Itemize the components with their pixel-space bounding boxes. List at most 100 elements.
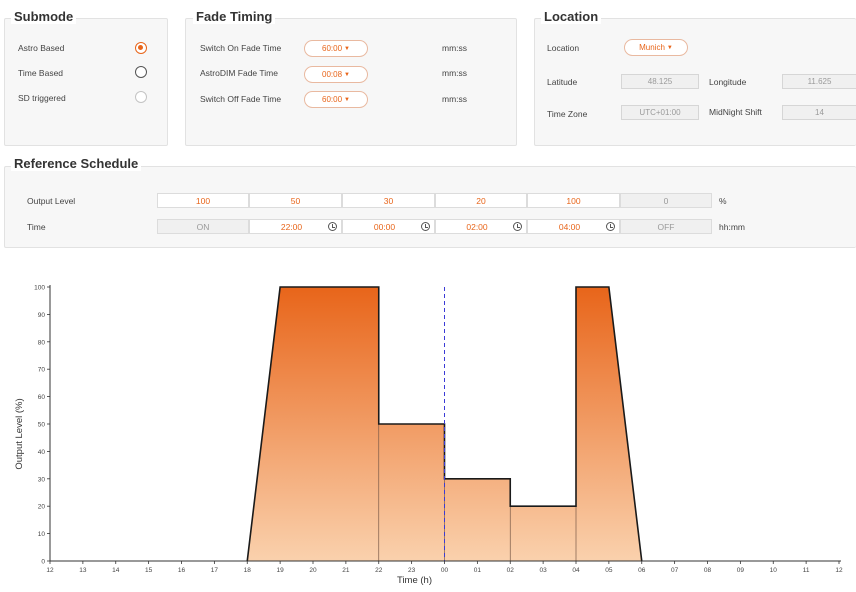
clock-icon[interactable] [606, 222, 615, 231]
time-value-off: OFF [657, 221, 675, 232]
clock-icon[interactable] [328, 222, 337, 231]
chevron-down-icon: ▼ [344, 96, 350, 103]
x-tick-label: 06 [638, 567, 646, 574]
output-level-label: Output Level [27, 196, 76, 206]
switch-on-fade-value: 60:00 [322, 44, 343, 53]
timezone-label: Time Zone [547, 109, 588, 119]
x-tick-label: 12 [835, 567, 843, 574]
astro-based-radio[interactable] [135, 42, 147, 54]
submode-title: Submode [11, 9, 77, 24]
midnight-shift-field[interactable]: 14 [782, 105, 856, 120]
output-level-cell-5[interactable]: 100 [527, 193, 620, 208]
time-cell-off: OFF [620, 219, 712, 234]
output-level-unit: % [719, 196, 727, 206]
output-level-chart: 0 1 0 2 0 3 0 4 0 5 0 6 0 7 0 8 0 9 0 100 12 13 14 15 16 17 18 19 20… [4, 260, 856, 592]
x-tick-label: 00 [441, 567, 449, 574]
astrodim-fade-value: 00:08 [322, 70, 343, 79]
switch-on-fade-dropdown[interactable]: 60:00 ▼ [304, 40, 368, 57]
time-cell-5[interactable]: 04:00 [527, 219, 620, 234]
submode-option-label-time: Time Based [18, 68, 64, 78]
location-title: Location [541, 9, 602, 24]
clock-icon[interactable] [421, 222, 430, 231]
x-tick-label: 17 [211, 567, 219, 574]
switch-off-fade-value: 60:00 [322, 95, 343, 104]
longitude-field[interactable]: 11.625 [782, 74, 856, 89]
chevron-down-icon: ▼ [666, 44, 673, 51]
output-level-cell-off: 0 [620, 193, 712, 208]
output-level-cell-2[interactable]: 50 [249, 193, 342, 208]
time-value-3: 00:00 [373, 221, 396, 232]
latitude-field[interactable]: 48.125 [621, 74, 699, 89]
fade-timing-title: Fade Timing [193, 9, 276, 24]
y-tick-label: 30 [38, 476, 46, 483]
x-axis-label: Time (h) [397, 575, 432, 586]
y-tick-label: 0 [41, 559, 45, 566]
time-value-2: 22:00 [280, 221, 303, 232]
location-label: Location [547, 43, 580, 53]
time-value-4: 02:00 [466, 221, 488, 232]
x-tick-label: 04 [572, 567, 580, 574]
time-cell-on: ON [157, 219, 249, 234]
location-dropdown[interactable]: Munich ▼ [624, 39, 688, 56]
sd-triggered-radio[interactable] [135, 91, 147, 103]
x-tick-label: 09 [737, 567, 745, 574]
location-value: Munich [639, 43, 665, 52]
output-level-cell-1[interactable]: 100 [157, 193, 249, 208]
x-tick-label: 07 [671, 567, 679, 574]
latitude-label: Latitude [547, 77, 578, 87]
x-tick-label: 12 [46, 567, 54, 574]
x-tick-label: 21 [342, 567, 350, 574]
chevron-down-icon: ▼ [344, 71, 350, 78]
x-tick-label: 18 [244, 567, 252, 574]
y-tick-label: 50 [38, 422, 46, 429]
output-level-cell-3[interactable]: 30 [342, 193, 435, 208]
x-tick-label: 20 [309, 567, 317, 574]
x-tick-label: 02 [507, 567, 515, 574]
astrodim-fade-label: AstroDIM Fade Time [200, 68, 278, 78]
x-tick-label: 11 [803, 567, 810, 574]
switch-off-fade-unit: mm:ss [442, 94, 468, 104]
time-based-radio[interactable] [135, 66, 147, 78]
longitude-label: Longitude [709, 77, 747, 87]
submode-option-label-sd: SD triggered [18, 93, 66, 103]
y-tick-label: 100 [34, 285, 45, 292]
y-tick-label: 70 [38, 367, 46, 374]
x-tick-label: 14 [112, 567, 120, 574]
time-cell-2[interactable]: 22:00 [249, 219, 342, 234]
y-tick-label: 20 [38, 504, 46, 511]
y-axis-label: Output Level (%) [14, 398, 25, 469]
x-tick-label: 22 [375, 567, 383, 574]
x-tick-label: 01 [474, 567, 482, 574]
x-tick-label: 16 [178, 567, 186, 574]
x-tick-label: 19 [277, 567, 285, 574]
reference-schedule-title: Reference Schedule [11, 156, 142, 171]
x-tick-label: 10 [770, 567, 778, 574]
astrodim-fade-dropdown[interactable]: 00:08 ▼ [304, 66, 368, 83]
x-tick-label: 08 [704, 567, 712, 574]
x-tick-label: 15 [145, 567, 153, 574]
switch-off-fade-dropdown[interactable]: 60:00 ▼ [304, 91, 368, 108]
output-level-cell-4[interactable]: 20 [435, 193, 527, 208]
switch-off-fade-label: Switch Off Fade Time [200, 94, 282, 104]
time-value-on: ON [196, 221, 210, 232]
midnight-shift-label: MidNight Shift [709, 107, 762, 117]
output-level-chart-svg: 01 02 03 04 05 06 07 08 09 0 100 12 13 14 15 16 17 18 19 20… [14, 285, 843, 587]
x-tick-label: 05 [605, 567, 613, 574]
clock-icon[interactable] [513, 222, 522, 231]
x-tick-label: 13 [79, 567, 87, 574]
submode-panel [4, 18, 168, 146]
time-cell-4[interactable]: 02:00 [435, 219, 527, 234]
astrodim-fade-unit: mm:ss [442, 68, 468, 78]
time-cell-3[interactable]: 00:00 [342, 219, 435, 234]
chevron-down-icon: ▼ [344, 45, 350, 52]
timezone-field[interactable]: UTC+01:00 [621, 105, 699, 120]
submode-option-label-astro: Astro Based [18, 43, 65, 53]
time-label: Time [27, 222, 46, 232]
switch-on-fade-label: Switch On Fade Time [200, 43, 282, 53]
y-tick-label: 80 [38, 339, 46, 346]
y-tick-label: 10 [38, 531, 46, 538]
y-tick-label: 40 [38, 449, 46, 456]
switch-on-fade-unit: mm:ss [442, 43, 468, 53]
time-value-5: 04:00 [558, 221, 581, 232]
x-tick-label: 03 [540, 567, 548, 574]
